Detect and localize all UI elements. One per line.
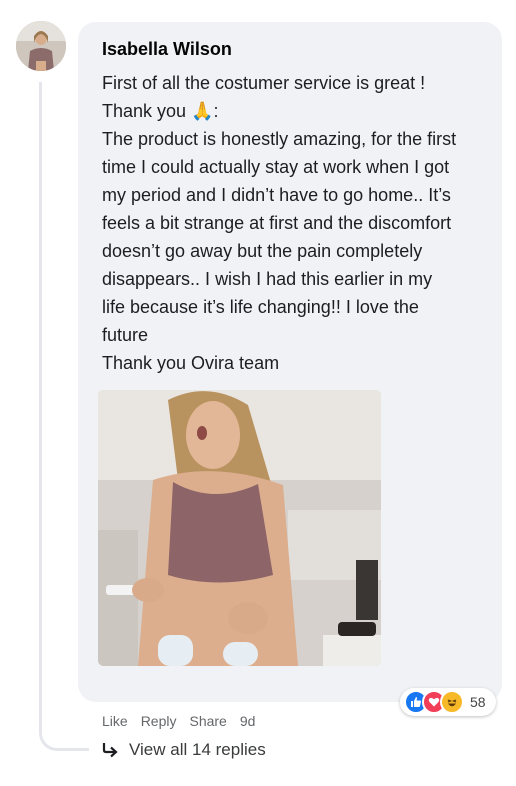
comment-actions: Like Reply Share 9d <box>102 713 255 729</box>
comment-line: Thank you 🙏: <box>102 101 219 121</box>
comment-text: First of all the costumer service is gre… <box>102 69 492 377</box>
thread-line <box>39 82 42 734</box>
reply-arrow-icon <box>102 743 118 758</box>
photo-illustration <box>98 390 381 666</box>
like-button[interactable]: Like <box>102 713 128 729</box>
comment-line: First of all the costumer service is gre… <box>102 73 426 93</box>
comment-line: feels a bit strange at first and the dis… <box>102 213 452 233</box>
avatar-photo <box>16 21 66 71</box>
comment-line: future <box>102 325 149 345</box>
view-replies-link[interactable]: View all 14 replies <box>101 740 266 760</box>
comment-line: time I could actually stay at work when … <box>102 157 450 177</box>
comment-line: my period and I didn’t have to go home..… <box>102 185 451 205</box>
reactions-summary[interactable]: 58 <box>400 688 496 716</box>
attached-photo[interactable] <box>98 390 381 666</box>
avatar[interactable] <box>16 21 66 71</box>
haha-icon <box>440 690 464 714</box>
reply-button[interactable]: Reply <box>141 713 177 729</box>
thread-connector <box>39 718 89 751</box>
reaction-count: 58 <box>470 694 486 710</box>
comment-line: Thank you Ovira team <box>102 353 280 373</box>
comment-line: life because it’s life changing!! I love… <box>102 297 419 317</box>
comment-timestamp[interactable]: 9d <box>240 713 256 729</box>
comment-author[interactable]: Isabella Wilson <box>102 39 232 60</box>
comment-line: doesn’t go away but the pain completely <box>102 241 423 261</box>
comment-line: The product is honestly amazing, for the… <box>102 129 457 149</box>
comment-line: disappears.. I wish I had this earlier i… <box>102 269 433 289</box>
share-button[interactable]: Share <box>189 713 226 729</box>
view-replies-label: View all 14 replies <box>129 740 266 759</box>
